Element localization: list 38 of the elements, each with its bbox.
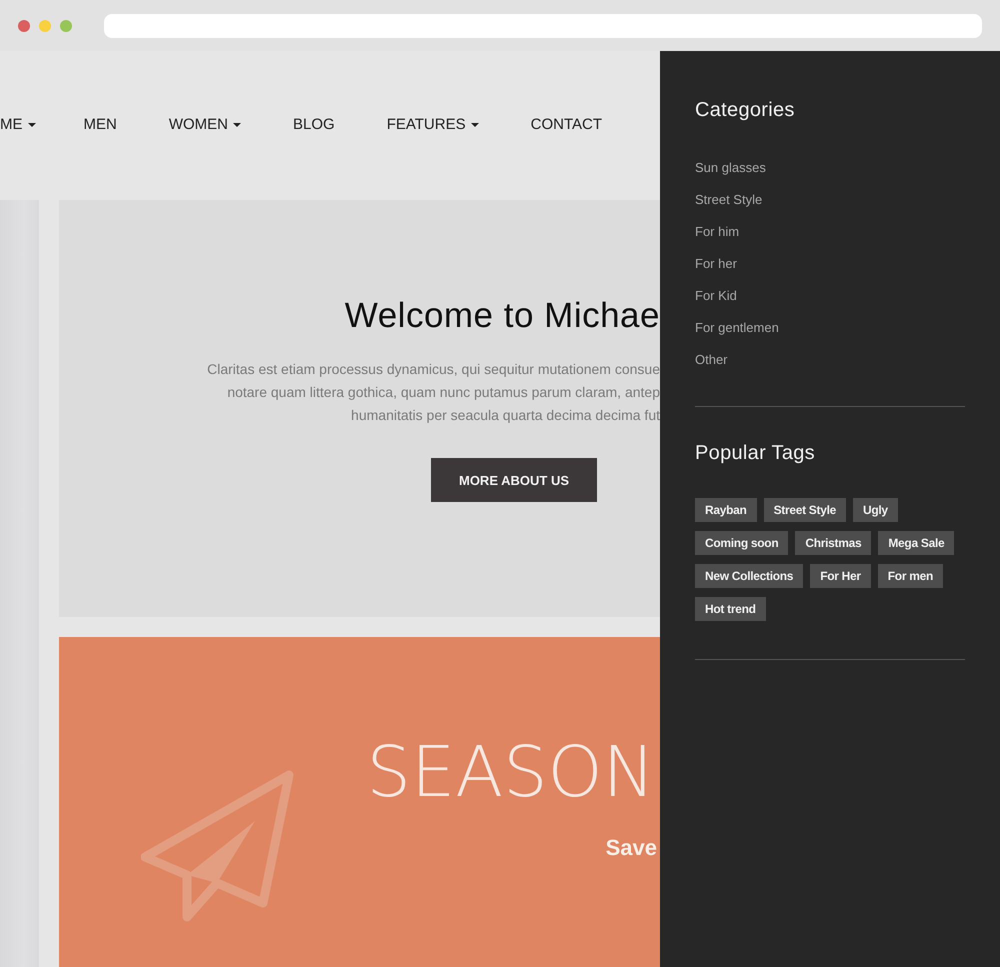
tag-link[interactable]: Street Style	[764, 498, 846, 522]
promo-heading: SEASON	[366, 737, 655, 807]
welcome-heading: Welcome to Michae	[344, 296, 660, 336]
close-window-icon[interactable]	[18, 20, 30, 32]
tag-link[interactable]: New Collections	[695, 564, 804, 588]
tag-link[interactable]: For Her	[810, 564, 871, 588]
tags-heading: Popular Tags	[695, 442, 816, 465]
caret-icon	[28, 122, 36, 126]
category-link[interactable]: Sun glasses	[695, 152, 965, 184]
caret-icon	[470, 122, 479, 126]
intro-paragraph: Claritas est etiam processus dynamicus, qui sequitur mutationem consue notare quam littera gothica, quam nunc putamus parum claram, antep humanitatis per seacula quarta decima decima fut	[207, 360, 660, 425]
nav-link[interactable]: CONTACT	[530, 116, 602, 133]
tag-link[interactable]: Christmas	[795, 531, 872, 555]
category-link[interactable]: For gentlemen	[695, 312, 965, 344]
tag-link[interactable]: Rayban	[695, 498, 757, 522]
category-link[interactable]: For her	[695, 248, 965, 280]
caret-icon	[233, 122, 242, 126]
nav-link[interactable]: BLOG	[293, 116, 335, 133]
category-link[interactable]: For him	[695, 216, 965, 248]
tag-link[interactable]: Ugly	[853, 498, 898, 522]
maximize-window-icon[interactable]	[60, 20, 72, 32]
tag-link[interactable]: Mega Sale	[878, 531, 954, 555]
category-link[interactable]: For Kid	[695, 280, 965, 312]
address-bar[interactable]	[104, 14, 982, 38]
more-about-us-button[interactable]: MORE ABOUT US	[431, 458, 597, 502]
paper-plane-icon	[141, 769, 295, 923]
promo-subheading: Save	[606, 835, 657, 861]
tag-link[interactable]: Hot trend	[695, 597, 766, 621]
tag-link[interactable]: For men	[878, 564, 944, 588]
category-link[interactable]: Other	[695, 344, 965, 376]
nav-link[interactable]: FEATURES	[386, 116, 479, 133]
nav-link[interactable]: MEN	[84, 116, 117, 133]
nav-link[interactable]: WOMEN	[168, 116, 242, 133]
categories-heading: Categories	[695, 99, 796, 122]
category-link[interactable]: Street Style	[695, 184, 965, 216]
minimize-window-icon[interactable]	[39, 20, 51, 32]
nav-link[interactable]: ME	[0, 116, 36, 133]
tag-link[interactable]: Coming soon	[695, 531, 788, 555]
